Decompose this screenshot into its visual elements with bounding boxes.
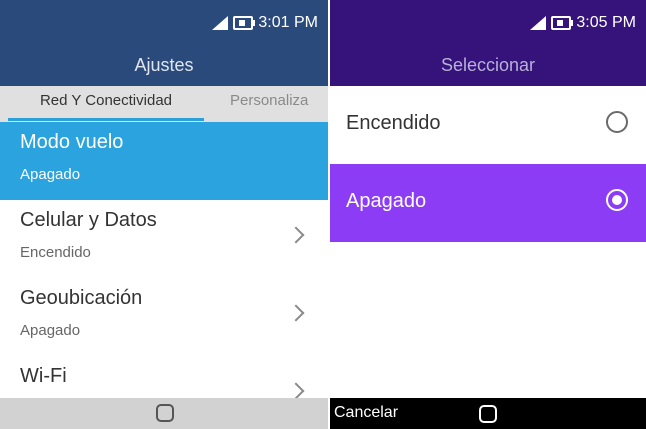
- signal-icon: [530, 16, 547, 30]
- radio-button-icon[interactable]: [606, 111, 628, 133]
- select-header: 3:05 PM Seleccionar: [330, 0, 646, 86]
- battery-icon: [551, 16, 574, 30]
- item-value: Encendido: [20, 244, 91, 261]
- softkey-bar: [0, 398, 328, 429]
- status-time: 3:01 PM: [258, 14, 318, 31]
- status-bar: 3:05 PM: [530, 14, 636, 32]
- page-title: Ajustes: [134, 55, 194, 75]
- radio-button-selected-icon[interactable]: [606, 189, 628, 211]
- item-title: Geoubicación: [20, 287, 143, 309]
- softkey-bar: Cancelar: [330, 398, 646, 429]
- tab-red-y-conectividad[interactable]: Red Y Conectividad: [8, 92, 204, 109]
- status-bar: 3:01 PM: [212, 14, 318, 32]
- app-root: 3:01 PM Ajustes Red Y Conectividad Perso…: [0, 0, 646, 429]
- chevron-right-icon: [287, 304, 305, 322]
- option-encendido[interactable]: Encendido: [330, 86, 646, 164]
- item-value: Apagado: [20, 166, 81, 183]
- item-value: Apagado: [20, 322, 81, 339]
- home-icon[interactable]: [479, 405, 497, 423]
- select-screen: 3:05 PM Seleccionar Encendido Apagado Ca…: [330, 0, 646, 429]
- list-item-celular-y-datos[interactable]: Celular y Datos Encendido: [0, 200, 328, 278]
- battery-icon: [233, 16, 256, 30]
- chevron-right-icon: [287, 226, 305, 244]
- item-title: Wi-Fi: [20, 365, 67, 387]
- chevron-right-icon: [287, 382, 305, 400]
- tab-bar: Red Y Conectividad Personaliza: [0, 86, 328, 122]
- settings-header: 3:01 PM Ajustes: [0, 0, 328, 86]
- page-title: Seleccionar: [440, 55, 536, 75]
- list-item-modo-vuelo[interactable]: Modo vuelo Apagado: [0, 122, 328, 200]
- tab-personalizacion[interactable]: Personaliza: [230, 92, 308, 109]
- settings-screen: 3:01 PM Ajustes Red Y Conectividad Perso…: [0, 0, 328, 429]
- option-label: Encendido: [346, 112, 441, 134]
- active-tab-indicator: [8, 118, 204, 121]
- item-title: Modo vuelo: [20, 131, 124, 153]
- home-icon[interactable]: [156, 404, 174, 422]
- option-label: Apagado: [346, 190, 427, 212]
- option-apagado[interactable]: Apagado: [330, 164, 646, 242]
- item-title: Celular y Datos: [20, 209, 157, 231]
- list-item-geoubicacion[interactable]: Geoubicación Apagado: [0, 278, 328, 356]
- signal-icon: [212, 16, 229, 30]
- status-time: 3:05 PM: [576, 14, 636, 31]
- cancel-button[interactable]: Cancelar: [334, 404, 398, 422]
